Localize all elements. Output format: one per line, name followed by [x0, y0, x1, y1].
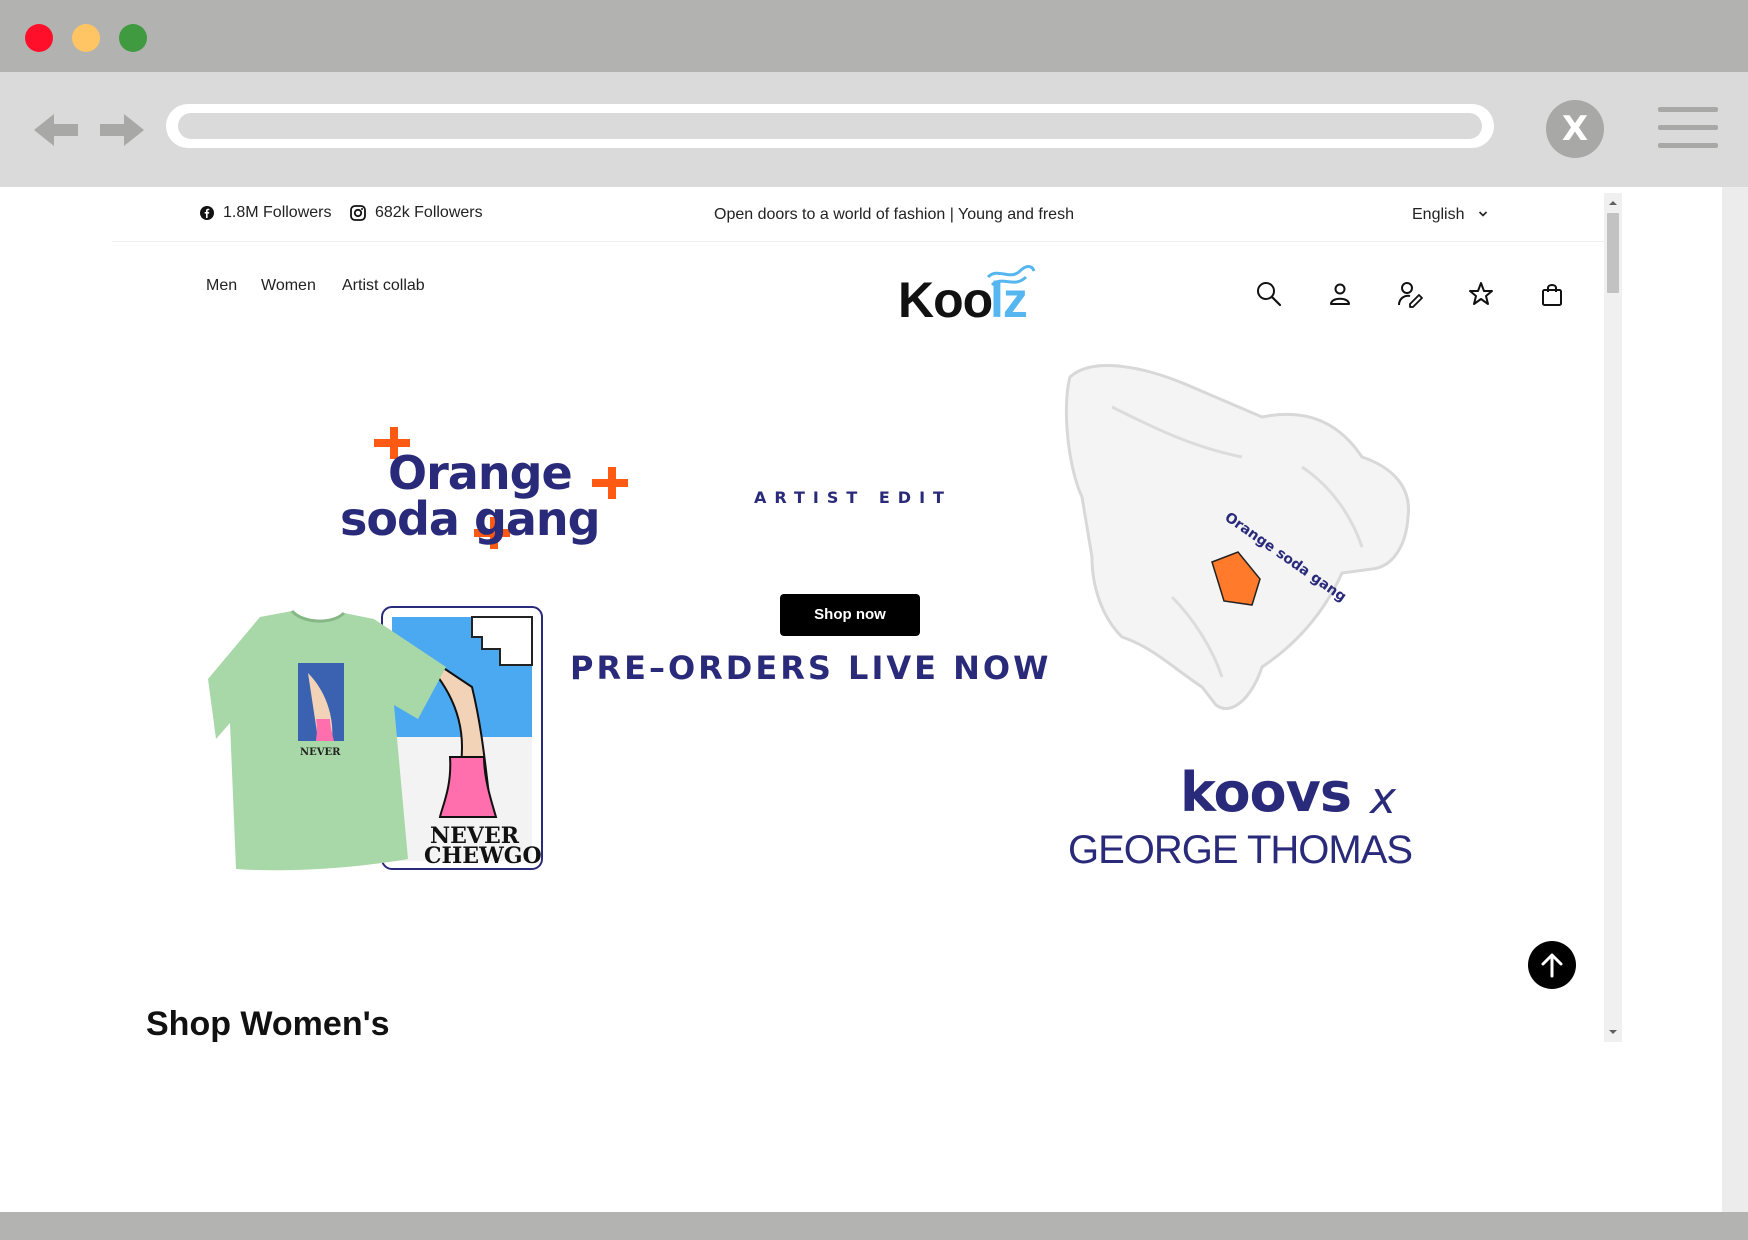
nav-link-women[interactable]: Women [261, 277, 316, 295]
nav-link-men[interactable]: Men [206, 277, 237, 295]
shop-now-button[interactable]: Shop now [780, 594, 920, 636]
page-scrollbar[interactable] [1604, 193, 1622, 1042]
scroll-down-arrow-icon[interactable] [1604, 1026, 1622, 1038]
orange-soda-gang-logo: Orange soda gang [340, 427, 628, 549]
language-label: English [1412, 206, 1465, 223]
announcement-bar: 1.8M Followers 682k Followers Open doors… [112, 187, 1604, 242]
user-edit-icon[interactable] [1396, 280, 1424, 308]
tee-print-text: NEVER [300, 747, 341, 758]
brand-line2: soda gang [340, 492, 600, 546]
search-icon[interactable] [1255, 280, 1283, 308]
nav-link-artist-collab[interactable]: Artist collab [342, 277, 425, 295]
section-title: Shop Women's [146, 1005, 390, 1043]
bag-icon[interactable] [1538, 280, 1566, 308]
web-page: 1.8M Followers 682k Followers Open doors… [112, 187, 1604, 1044]
viewport-gutter [1722, 187, 1748, 1212]
facebook-followers-label: 1.8M Followers [223, 204, 332, 221]
instagram-followers-label: 682k Followers [375, 204, 483, 221]
minimize-window-dot[interactable] [72, 24, 100, 52]
svg-text:lz: lz [990, 272, 1027, 325]
white-puffer-jacket: Orange soda gang [1064, 364, 1410, 710]
instagram-icon [350, 205, 366, 221]
hamburger-icon[interactable] [1658, 107, 1718, 149]
svg-text:Koo: Koo [898, 272, 992, 325]
card-text-2: CHEWGO [424, 843, 542, 869]
close-button[interactable]: X [1546, 100, 1604, 158]
address-bar[interactable] [166, 104, 1494, 148]
arrow-left-icon[interactable] [32, 112, 80, 148]
maximize-window-dot[interactable] [119, 24, 147, 52]
facebook-icon [200, 206, 214, 220]
koolz-logo[interactable]: Koo lz [898, 257, 1048, 325]
collab-artist: GEORGE THOMAS [1068, 828, 1412, 872]
hero-banner[interactable]: Orange soda gang ARTIST EDIT PRE–ORDERS … [112, 347, 1604, 997]
star-icon[interactable] [1467, 280, 1495, 308]
arrow-up-icon [1541, 953, 1563, 978]
artist-edit-label: ARTIST EDIT [754, 488, 952, 507]
url-input[interactable] [178, 113, 1482, 139]
user-icon[interactable] [1326, 280, 1354, 308]
instagram-followers[interactable]: 682k Followers [350, 204, 483, 222]
scroll-to-top-button[interactable] [1528, 941, 1576, 989]
facebook-followers[interactable]: 1.8M Followers [200, 204, 331, 222]
close-window-dot[interactable] [25, 24, 53, 52]
window-titlebar [0, 0, 1748, 72]
chevron-down-icon [1478, 211, 1488, 217]
hero-artwork: Orange soda gang ARTIST EDIT PRE–ORDERS … [208, 364, 1413, 872]
language-select[interactable]: English [1412, 206, 1488, 224]
scroll-up-arrow-icon[interactable] [1604, 197, 1622, 209]
window-bottom-bar [0, 1212, 1748, 1240]
collab-brand: koovs [1180, 761, 1351, 824]
collab-x: x [1368, 773, 1397, 824]
tagline: Open doors to a world of fashion | Young… [714, 206, 1074, 223]
preorder-headline: PRE–ORDERS LIVE NOW [570, 649, 1051, 687]
scrollbar-thumb[interactable] [1607, 213, 1619, 293]
arrow-right-icon[interactable] [98, 112, 146, 148]
